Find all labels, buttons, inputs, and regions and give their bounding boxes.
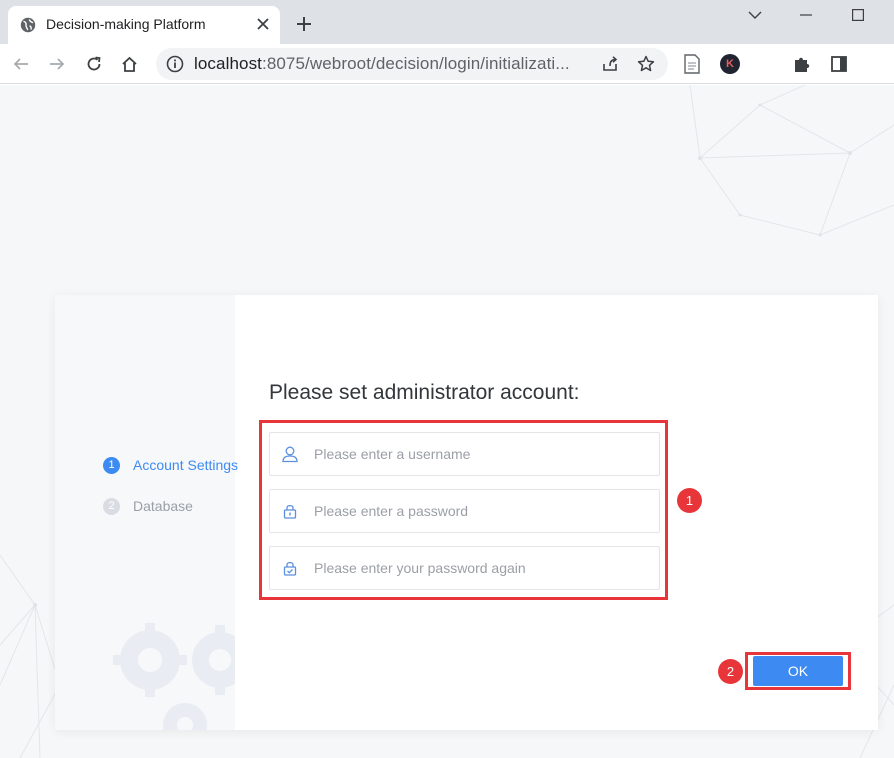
arrow-left-icon	[13, 58, 28, 70]
back-button[interactable]	[8, 51, 34, 77]
extensions-menu-button[interactable]	[790, 52, 814, 76]
step-number: 2	[103, 497, 120, 515]
home-button[interactable]	[116, 51, 142, 77]
chevron-down-icon	[748, 11, 762, 19]
page-viewport: 1 Account Settings 2 Database Please set…	[0, 85, 894, 758]
info-icon[interactable]	[166, 55, 184, 73]
maximize-button[interactable]	[835, 0, 881, 30]
arrow-right-icon	[50, 58, 65, 70]
minimize-button[interactable]	[783, 0, 829, 30]
step-number: 1	[103, 456, 120, 474]
side-panel-icon	[831, 56, 847, 72]
document-icon	[684, 54, 700, 74]
tab-strip: Decision-making Platform	[0, 0, 894, 44]
reload-button[interactable]	[81, 51, 107, 77]
step-account-settings[interactable]: 1 Account Settings	[103, 455, 238, 475]
globe-icon	[20, 17, 36, 33]
step-database[interactable]: 2 Database	[103, 496, 193, 516]
url-text[interactable]: localhost:8075/webroot/decision/login/in…	[194, 54, 570, 74]
close-icon	[257, 18, 269, 30]
address-bar[interactable]: localhost:8075/webroot/decision/login/in…	[156, 48, 668, 80]
maximize-icon	[852, 9, 864, 21]
step-label: Account Settings	[133, 457, 239, 473]
puzzle-icon	[795, 57, 810, 72]
side-panel-button[interactable]	[827, 52, 851, 76]
browser-tab[interactable]: Decision-making Platform	[8, 6, 280, 44]
extension-k[interactable]: K	[718, 52, 742, 76]
tab-search-button[interactable]	[732, 0, 778, 30]
tab-title: Decision-making Platform	[46, 16, 206, 32]
forward-button[interactable]	[44, 51, 70, 77]
reload-icon	[87, 56, 101, 71]
k-extension-icon: K	[720, 54, 740, 74]
gears-decoration-icon	[113, 623, 235, 730]
annotation-badge-1: 1	[677, 488, 702, 513]
tab-close-button[interactable]	[252, 13, 274, 35]
minimize-icon	[800, 14, 812, 16]
step-label: Database	[133, 498, 193, 514]
share-button[interactable]	[599, 53, 621, 75]
annotation-highlight-fields	[259, 420, 668, 600]
browser-toolbar: localhost:8075/webroot/decision/login/in…	[0, 44, 894, 123]
home-icon	[121, 56, 137, 72]
annotation-highlight-ok	[745, 652, 851, 690]
new-tab-button[interactable]	[292, 12, 316, 36]
share-icon	[603, 56, 618, 71]
plus-icon	[297, 17, 311, 31]
star-icon	[637, 55, 655, 72]
annotation-badge-2: 2	[718, 659, 743, 684]
extension-document[interactable]	[680, 52, 704, 76]
form-title: Please set administrator account:	[269, 381, 580, 404]
url-host: localhost	[194, 54, 262, 73]
bookmark-button[interactable]	[635, 53, 657, 75]
url-path: :8075/webroot/decision/login/initializat…	[262, 54, 570, 73]
